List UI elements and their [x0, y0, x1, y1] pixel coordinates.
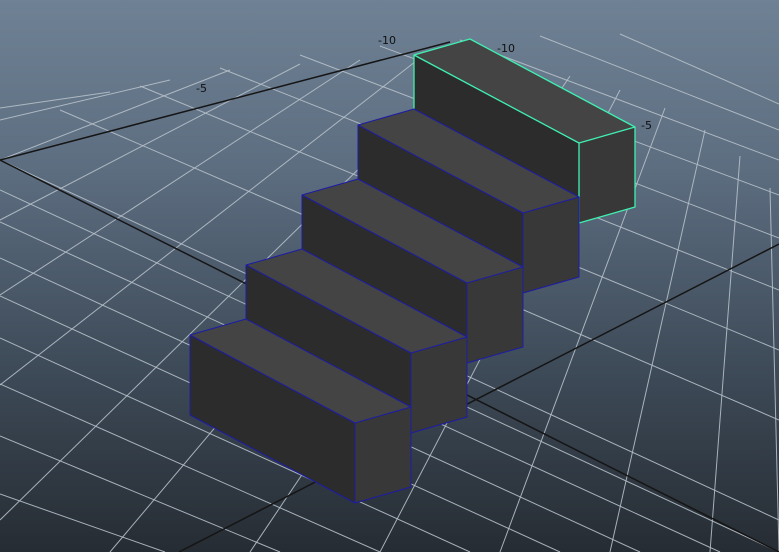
- 3d-viewport[interactable]: -10 -10 -5 -5: [0, 0, 779, 552]
- step-side-face: [523, 197, 579, 293]
- grid-line: [0, 493, 166, 552]
- grid-label-x-neg5: -5: [196, 82, 207, 95]
- step-side-face: [411, 337, 467, 433]
- grid-label-x-neg10: -10: [378, 34, 396, 47]
- viewport-scene[interactable]: -10 -10 -5 -5: [0, 0, 779, 552]
- grid-line: [0, 435, 281, 552]
- grid-line: [0, 91, 111, 109]
- grid-line: [709, 155, 741, 552]
- grid-line: [769, 187, 779, 552]
- grid-label-z-neg5: -5: [641, 119, 652, 132]
- grid-line: [0, 79, 171, 121]
- stair-steps[interactable]: [189, 38, 636, 504]
- grid-line: [619, 33, 779, 105]
- step-side-face: [355, 407, 411, 503]
- step-side-face: [467, 267, 523, 363]
- step-side-face: [579, 127, 635, 223]
- grid-label-z-neg10: -10: [497, 42, 515, 55]
